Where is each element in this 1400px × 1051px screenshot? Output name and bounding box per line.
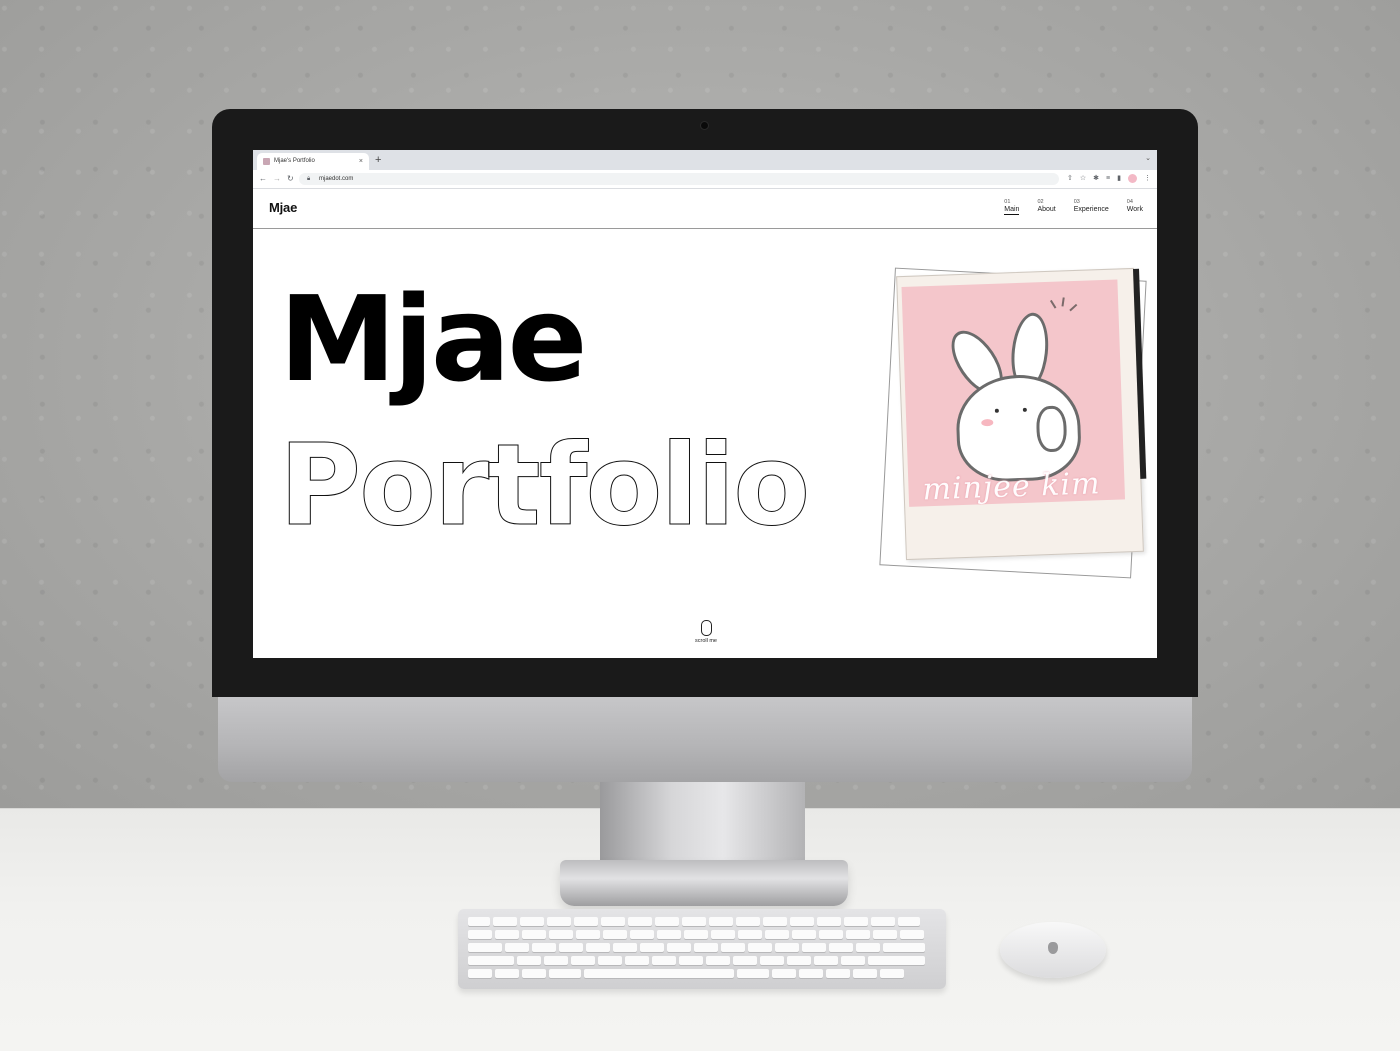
reading-list-icon[interactable]: ≡ (1106, 173, 1110, 185)
back-arrow-icon[interactable]: ← (259, 173, 267, 185)
favicon-icon (263, 158, 270, 165)
site-header: Mjae 01 Main 02 About 03 Experience 04 W… (253, 189, 1157, 229)
extensions-puzzle-icon[interactable]: ✱ (1093, 173, 1099, 185)
tab-search-chevron-icon[interactable]: ⌄ (1145, 154, 1151, 162)
nav-item-number: 03 (1073, 199, 1080, 205)
nav-item-label: Experience (1073, 206, 1109, 213)
hero-title: Mjae (279, 270, 588, 408)
sparkle-mark (1061, 297, 1065, 307)
scroll-hint[interactable]: scroll me (686, 620, 726, 644)
keyboard (458, 909, 946, 989)
nav-item-experience[interactable]: 03 Experience (1074, 199, 1109, 215)
forward-arrow-icon[interactable]: → (273, 173, 281, 185)
imac-stand-foot (560, 860, 848, 906)
hero-subtitle-outline: Portfolio (278, 421, 810, 551)
side-panel-icon[interactable]: ▮ (1117, 173, 1121, 185)
signature-text: minjee kim (921, 466, 1102, 507)
imac-chin (218, 690, 1192, 782)
nav-item-label: Work (1126, 206, 1143, 213)
browser-toolbar: ← → ↻ 🔒︎ mjaedot.com ⇧ ☆ ✱ ≡ ▮ ⋮ (253, 170, 1157, 189)
nav-item-main[interactable]: 01 Main (1004, 199, 1020, 215)
keyboard-row (468, 956, 925, 965)
browser-tab-strip: Mjae's Portfolio × + ⌄ (253, 150, 1157, 170)
nav-item-number: 04 (1126, 199, 1133, 205)
nav-item-label: About (1037, 206, 1056, 213)
keyboard-row (468, 969, 904, 978)
scroll-mouse-icon (700, 620, 712, 636)
bunny-waving-paw (1035, 405, 1068, 453)
site-nav: 01 Main 02 About 03 Experience 04 Work (1004, 199, 1143, 215)
keyboard-row (468, 943, 925, 952)
bunny-illustration: minjee kim (901, 279, 1126, 507)
nav-item-number: 01 (1004, 199, 1011, 205)
imac-stand (600, 770, 805, 870)
close-tab-icon[interactable]: × (359, 153, 363, 170)
lock-icon: 🔒︎ (307, 176, 311, 182)
browser-tool-icons: ⇧ ☆ ✱ ≡ ▮ ⋮ (1067, 173, 1151, 185)
imac-screen: Mjae's Portfolio × + ⌄ ← → ↻ 🔒︎ mjaedot.… (253, 150, 1157, 658)
apple-logo-icon (1048, 942, 1058, 954)
bunny-cheek (981, 418, 994, 427)
keyboard-row (468, 917, 920, 926)
profile-avatar[interactable] (1128, 174, 1137, 183)
browser-tab[interactable]: Mjae's Portfolio × (257, 153, 369, 170)
site-logo[interactable]: Mjae (269, 200, 297, 215)
sparkle-mark (1069, 303, 1078, 312)
address-url: mjaedot.com (319, 176, 354, 182)
nav-item-work[interactable]: 04 Work (1127, 199, 1143, 215)
new-tab-button[interactable]: + (375, 152, 381, 168)
tab-title: Mjae's Portfolio (274, 158, 315, 164)
bunny-eye (1022, 407, 1027, 412)
nav-item-label: Main (1004, 206, 1020, 215)
share-icon[interactable]: ⇧ (1067, 173, 1073, 185)
magic-mouse (1000, 922, 1106, 978)
nav-item-about[interactable]: 02 About (1037, 199, 1055, 215)
sparkle-mark (1049, 299, 1057, 309)
bookmark-star-icon[interactable]: ☆ (1080, 173, 1086, 185)
bunny-eye (994, 408, 999, 413)
more-menu-icon[interactable]: ⋮ (1144, 173, 1151, 185)
keyboard-row (468, 930, 924, 939)
address-bar[interactable]: 🔒︎ mjaedot.com (299, 173, 1059, 185)
camera-icon (701, 122, 708, 129)
scroll-label: scroll me (694, 638, 717, 644)
polaroid-photo-card: minjee kim (896, 267, 1147, 561)
nav-item-number: 02 (1037, 199, 1044, 205)
reload-icon[interactable]: ↻ (287, 173, 294, 185)
